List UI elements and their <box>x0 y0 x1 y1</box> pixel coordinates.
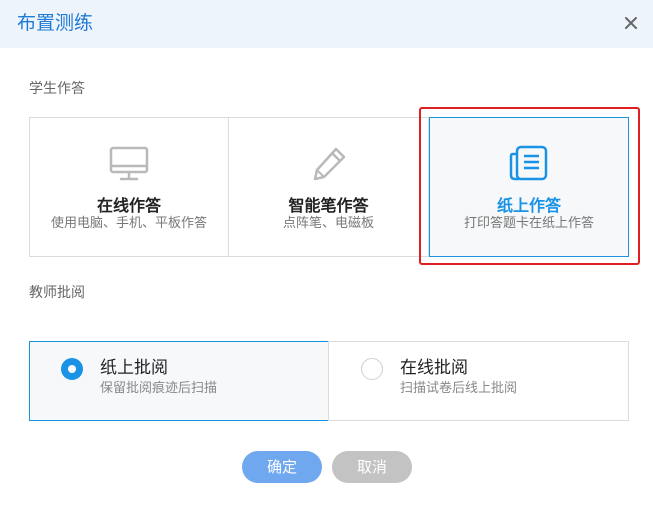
card-subtitle: 使用电脑、手机、平板作答 <box>50 216 207 231</box>
monitor-icon <box>109 146 149 186</box>
grading-paper-option[interactable]: 纸上批阅 保留批阅痕迹后扫描 <box>29 341 329 421</box>
option-title: 纸上批阅 <box>100 358 168 378</box>
answer-mode-paper-card[interactable]: 纸上作答 打印答题卡在纸上作答 <box>429 117 629 257</box>
dialog-header: 布置测练 <box>0 0 653 48</box>
pen-icon <box>309 144 349 188</box>
answer-mode-smart-pen-card[interactable]: 智能笔作答 点阵笔、电磁板 <box>228 117 429 257</box>
cancel-button[interactable]: 取消 <box>332 451 412 483</box>
student-section-label: 学生作答 <box>29 81 85 97</box>
dialog-title: 布置测练 <box>17 12 94 34</box>
paper-document-icon <box>509 144 549 186</box>
radio-unselected[interactable] <box>361 358 383 380</box>
teacher-section-label: 教师批阅 <box>29 285 85 301</box>
close-icon[interactable] <box>621 13 641 33</box>
card-subtitle: 打印答题卡在纸上作答 <box>463 216 594 231</box>
confirm-button[interactable]: 确定 <box>242 451 322 483</box>
card-title: 在线作答 <box>96 196 161 215</box>
answer-mode-online-card[interactable]: 在线作答 使用电脑、手机、平板作答 <box>29 117 229 257</box>
card-title: 纸上作答 <box>496 196 561 215</box>
card-title: 智能笔作答 <box>288 196 369 215</box>
assign-test-dialog: 布置测练 学生作答 在线作答 使用电脑、手机、平板作答 智能笔作答 点阵笔、电磁… <box>0 0 653 530</box>
radio-selected[interactable] <box>61 358 83 380</box>
grading-online-option[interactable]: 在线批阅 扫描试卷后线上批阅 <box>328 341 629 421</box>
option-subtitle: 扫描试卷后线上批阅 <box>400 381 518 396</box>
card-subtitle: 点阵笔、电磁板 <box>282 216 374 231</box>
option-title: 在线批阅 <box>400 358 468 378</box>
option-subtitle: 保留批阅痕迹后扫描 <box>100 381 218 396</box>
